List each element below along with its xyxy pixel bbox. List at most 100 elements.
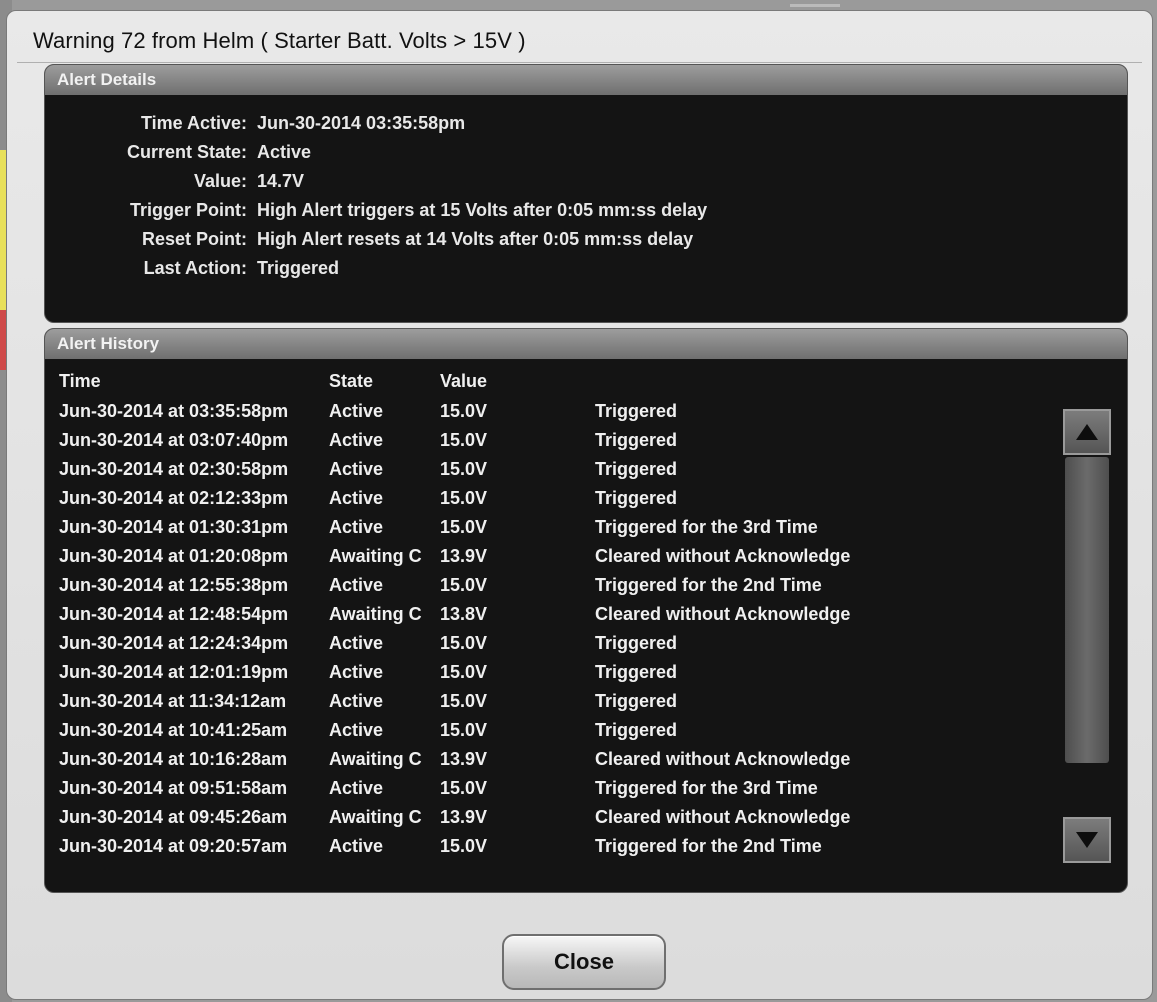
history-value: 15.0V [440, 662, 488, 682]
scroll-up-button[interactable] [1063, 409, 1111, 455]
history-time: Jun-30-2014 at 12:01:19pm [59, 662, 289, 682]
detail-value: 14.7V [257, 171, 305, 191]
history-value: 15.0V [440, 720, 488, 740]
history-action: Triggered for the 3rd Time [595, 517, 818, 537]
history-value: 15.0V [440, 401, 488, 421]
history-state: Active [329, 488, 384, 508]
history-time: Jun-30-2014 at 09:51:58am [59, 778, 288, 798]
history-row[interactable]: Jun-30-2014 at 03:07:40pm Active 15.0V Trig… [59, 430, 1059, 458]
history-value: 15.0V [440, 778, 488, 798]
history-scrollbar[interactable] [1063, 397, 1115, 871]
history-state: Active [329, 459, 384, 479]
scroll-down-button[interactable] [1063, 817, 1111, 863]
history-state: Active [329, 401, 384, 421]
dialog-title: Warning 72 from Helm ( Starter Batt. Vol… [33, 28, 526, 53]
history-action: Triggered for the 2nd Time [595, 836, 822, 856]
history-state: Active [329, 662, 384, 682]
history-value: 15.0V [440, 459, 488, 479]
detail-label: Trigger Point: [130, 200, 247, 220]
column-header-time: Time [59, 371, 101, 391]
history-action: Triggered for the 3rd Time [595, 778, 818, 798]
history-action: Triggered [595, 401, 678, 421]
history-row[interactable]: Jun-30-2014 at 01:30:31pm Active 15.0V Trig… [59, 517, 1059, 545]
detail-label: Time Active: [140, 113, 247, 133]
history-value: 15.0V [440, 517, 488, 537]
detail-value: Jun-30-2014 03:35:58pm [257, 113, 466, 133]
triangle-up-icon [1076, 424, 1098, 440]
history-row[interactable]: Jun-30-2014 at 02:12:33pm Active 15.0V Trig… [59, 488, 1059, 516]
title-divider [17, 62, 1142, 63]
history-time: Jun-30-2014 at 10:41:25am [59, 720, 288, 740]
history-time: Jun-30-2014 at 09:20:57am [59, 836, 288, 856]
history-action: Cleared without Acknowledge [595, 807, 851, 827]
detail-row: Reset Point: High Alert resets at 14 Volt… [45, 229, 1045, 253]
history-value: 15.0V [440, 633, 488, 653]
column-header-state: State [329, 371, 374, 391]
detail-label: Reset Point: [141, 229, 247, 249]
history-value: 15.0V [440, 691, 488, 711]
detail-label: Value: [193, 171, 247, 191]
history-time: Jun-30-2014 at 12:24:34pm [59, 633, 289, 653]
history-state: Active [329, 720, 384, 740]
history-row[interactable]: Jun-30-2014 at 12:48:54pm Awaiting C 13.8V… [59, 604, 1059, 632]
detail-row: Value: 14.7V [45, 171, 1045, 195]
history-time: Jun-30-2014 at 09:45:26am [59, 807, 288, 827]
history-row[interactable]: Jun-30-2014 at 12:55:38pm Active 15.0V Trig… [59, 575, 1059, 603]
alert-details-header: Alert Details [45, 65, 1127, 95]
history-time: Jun-30-2014 at 03:07:40pm [59, 430, 289, 450]
history-value: 15.0V [440, 430, 488, 450]
history-state: Active [329, 517, 384, 537]
history-value: 13.8V [440, 604, 488, 624]
scroll-thumb[interactable] [1065, 457, 1109, 763]
history-time: Jun-30-2014 at 12:48:54pm [59, 604, 289, 624]
history-state: Awaiting C [329, 546, 422, 566]
history-row[interactable]: Jun-30-2014 at 03:35:58pm Active 15.0V Trig… [59, 401, 1059, 429]
history-column-headers: Time State Value [59, 371, 1059, 399]
history-row[interactable]: Jun-30-2014 at 10:41:25am Active 15.0V Trig… [59, 720, 1059, 748]
detail-row: Last Action: Triggered [45, 258, 1045, 282]
detail-row: Time Active: Jun-30-2014 03:35:58pm [45, 113, 1045, 137]
history-time: Jun-30-2014 at 10:16:28am [59, 749, 288, 769]
history-row[interactable]: Jun-30-2014 at 11:34:12am Active 15.0V Trig… [59, 691, 1059, 719]
history-value: 15.0V [440, 836, 488, 856]
history-state: Active [329, 778, 384, 798]
history-action: Triggered [595, 662, 678, 682]
history-value: 13.9V [440, 749, 488, 769]
alert-history-header: Alert History [45, 329, 1127, 359]
history-row[interactable]: Jun-30-2014 at 09:45:26am Awaiting C 13.9V… [59, 807, 1059, 835]
history-value: 13.9V [440, 807, 488, 827]
close-button[interactable]: Close [502, 934, 666, 990]
alert-history-panel: Alert History Time State Value Jun-30-20… [44, 328, 1128, 893]
background-notch [790, 4, 840, 7]
history-action: Triggered [595, 430, 678, 450]
history-action: Triggered for the 2nd Time [595, 575, 822, 595]
history-action: Triggered [595, 720, 678, 740]
history-time: Jun-30-2014 at 02:30:58pm [59, 459, 289, 479]
alert-details-panel: Alert Details Time Active: Jun-30-2014 03… [44, 64, 1128, 323]
history-row[interactable]: Jun-30-2014 at 09:20:57am Active 15.0V Trig… [59, 836, 1059, 864]
history-row[interactable]: Jun-30-2014 at 01:20:08pm Awaiting C 13.9V… [59, 546, 1059, 574]
history-time: Jun-30-2014 at 01:30:31pm [59, 517, 289, 537]
history-row[interactable]: Jun-30-2014 at 10:16:28am Awaiting C 13.9V… [59, 749, 1059, 777]
history-action: Cleared without Acknowledge [595, 604, 851, 624]
history-state: Active [329, 430, 384, 450]
history-time: Jun-30-2014 at 12:55:38pm [59, 575, 289, 595]
history-time: Jun-30-2014 at 01:20:08pm [59, 546, 289, 566]
detail-value: High Alert triggers at 15 Volts after 0:… [257, 200, 708, 220]
detail-value: Active [257, 142, 312, 162]
detail-value: High Alert resets at 14 Volts after 0:05… [257, 229, 694, 249]
history-state: Awaiting C [329, 807, 422, 827]
history-state: Active [329, 633, 384, 653]
history-value: 15.0V [440, 575, 488, 595]
detail-label: Current State: [126, 142, 247, 162]
history-row[interactable]: Jun-30-2014 at 02:30:58pm Active 15.0V Trig… [59, 459, 1059, 487]
detail-row: Trigger Point: High Alert triggers at 15 … [45, 200, 1045, 224]
history-row[interactable]: Jun-30-2014 at 12:01:19pm Active 15.0V Trig… [59, 662, 1059, 690]
history-action: Cleared without Acknowledge [595, 546, 851, 566]
history-value: 15.0V [440, 488, 488, 508]
history-time: Jun-30-2014 at 11:34:12am [59, 691, 287, 711]
history-action: Triggered [595, 691, 678, 711]
history-row[interactable]: Jun-30-2014 at 12:24:34pm Active 15.0V Trig… [59, 633, 1059, 661]
history-state: Active [329, 575, 384, 595]
history-row[interactable]: Jun-30-2014 at 09:51:58am Active 15.0V Trig… [59, 778, 1059, 806]
